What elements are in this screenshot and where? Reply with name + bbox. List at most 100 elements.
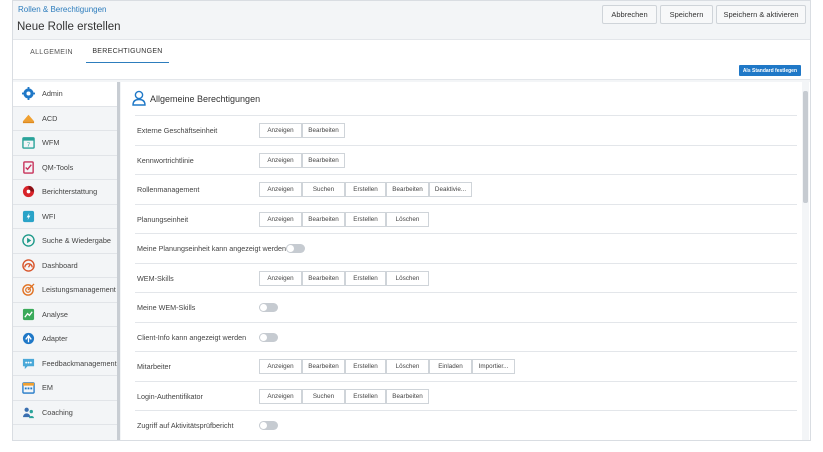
permission-label: Planungseinheit [137, 214, 189, 224]
permission-row-meine-planungseinheit: Meine Planungseinheit kann angezeigt wer… [135, 233, 797, 263]
tab-bar: ALLGEMEIN BERECHTIGUNGEN [13, 39, 810, 64]
adapter-icon [21, 332, 35, 346]
client-info-toggle[interactable] [259, 332, 278, 342]
permission-label: Meine Planungseinheit kann angezeigt wer… [137, 244, 287, 254]
play-icon [21, 234, 35, 248]
view-button[interactable]: Anzeigen [259, 359, 302, 374]
permission-label: WEM-Skills [137, 273, 174, 283]
tab-allgemein[interactable]: ALLGEMEIN [24, 40, 79, 64]
acd-icon [21, 111, 35, 125]
sidebar-item-label: Suche & Wiedergabe [42, 236, 111, 246]
sidebar-item-acd[interactable]: ACD [13, 107, 117, 131]
view-button[interactable]: Anzeigen [259, 211, 302, 227]
page-title: Neue Rolle erstellen [17, 21, 121, 33]
deactivate-button[interactable]: Deaktivie... [429, 182, 472, 197]
search-button[interactable]: Suchen [302, 182, 345, 197]
create-button[interactable]: Erstellen [345, 211, 386, 227]
view-button[interactable]: Anzeigen [259, 123, 302, 138]
sidebar-item-label: Berichterstattung [42, 187, 98, 197]
permission-row-externe-geschaeftseinheit: Externe Geschäftseinheit Anzeigen Bearbe… [135, 115, 797, 145]
search-button[interactable]: Suchen [302, 388, 345, 404]
sidebar-item-wfi[interactable]: WFI [13, 205, 117, 229]
sidebar-scrollbar[interactable] [117, 82, 120, 440]
create-button[interactable]: Erstellen [345, 359, 386, 374]
view-button[interactable]: Anzeigen [259, 270, 302, 286]
permission-row-kennwortrichtlinie: Kennwortrichtlinie Anzeigen Bearbeiten [135, 144, 797, 175]
feedback-icon [21, 356, 35, 370]
edit-button[interactable]: Bearbeiten [302, 359, 345, 374]
report-icon [21, 185, 35, 199]
permissions-panel: Allgemeine Berechtigungen Externe Geschä… [121, 82, 810, 440]
wem-skills-toggle[interactable] [259, 303, 278, 312]
create-button[interactable]: Erstellen [345, 182, 386, 197]
user-icon [132, 90, 146, 111]
sidebar-item-admin[interactable]: Admin [13, 82, 117, 107]
breadcrumb[interactable]: Rollen & Berechtigungen [18, 5, 107, 14]
permission-row-meine-wem-skills: Meine WEM-Skills [135, 292, 797, 322]
import-button[interactable]: Importier... [472, 359, 515, 374]
sidebar-item-dashboard[interactable]: Dashboard [13, 254, 117, 278]
permission-row-planungseinheit: Planungseinheit Anzeigen Bearbeiten Erst… [135, 203, 797, 234]
delete-button[interactable]: Löschen [386, 270, 429, 286]
audit-report-toggle[interactable] [259, 421, 278, 430]
permission-row-wem-skills: WEM-Skills Anzeigen Bearbeiten Erstellen… [135, 262, 797, 293]
create-button[interactable]: Erstellen [345, 270, 386, 286]
cancel-button[interactable]: Abbrechen [602, 5, 657, 24]
tab-berechtigungen[interactable]: BERECHTIGUNGEN [86, 40, 169, 64]
calendar-icon: 7 [21, 136, 35, 150]
checklist-icon [21, 160, 35, 174]
sidebar-item-em[interactable]: EM [13, 376, 117, 401]
view-button[interactable]: Anzeigen [259, 388, 302, 404]
sidebar-item-label: Dashboard [42, 260, 78, 270]
sidebar-item-berichterstattung[interactable]: Berichterstattung [13, 180, 117, 205]
edit-button[interactable]: Bearbeiten [302, 123, 345, 138]
permission-label: Login-Authentifikator [137, 391, 203, 401]
permission-label: Externe Geschäftseinheit [137, 126, 218, 136]
sidebar-item-leistungsmanagement[interactable]: Leistungsmanagement [13, 278, 117, 303]
edit-button[interactable]: Bearbeiten [302, 152, 345, 168]
target-icon [21, 283, 35, 297]
sidebar-item-adapter[interactable]: Adapter [13, 327, 117, 352]
view-button[interactable]: Anzeigen [259, 152, 302, 168]
toggle-knob [260, 333, 267, 341]
sidebar-item-suche-wiedergabe[interactable]: Suche & Wiedergabe [13, 229, 117, 254]
delete-button[interactable]: Löschen [386, 359, 429, 374]
delete-button[interactable]: Löschen [386, 211, 429, 227]
analytics-icon [21, 307, 35, 321]
permission-label: Client-Info kann angezeigt werden [137, 332, 247, 342]
toggle-knob [260, 422, 267, 429]
save-activate-button[interactable]: Speichern & aktivieren [716, 5, 806, 24]
sidebar-item-feedbackmanagement[interactable]: Feedbackmanagement [13, 352, 117, 376]
save-button[interactable]: Speichern [660, 5, 713, 24]
sidebar-item-qm-tools[interactable]: QM-Tools [13, 156, 117, 180]
invite-button[interactable]: Einladen [429, 359, 472, 374]
set-default-button[interactable]: Als Standard festlegen [738, 65, 801, 76]
sidebar-item-analyse[interactable]: Analyse [13, 303, 117, 327]
sidebar-item-label: Leistungsmanagement [42, 285, 116, 295]
coaching-icon [21, 405, 35, 419]
edit-button[interactable]: Bearbeiten [302, 211, 345, 227]
sidebar-item-coaching[interactable]: Coaching [13, 401, 117, 425]
permission-label: Zugriff auf Aktivitätsprüfbericht [137, 421, 234, 431]
permission-label: Meine WEM-Skills [137, 303, 196, 313]
sidebar-item-label: WFM [42, 138, 60, 148]
view-button[interactable]: Anzeigen [259, 182, 302, 197]
toolbar: Als Standard festlegen [13, 63, 810, 80]
sidebar-item-label: EM [42, 383, 53, 393]
em-calendar-icon [21, 381, 35, 395]
permission-label: Mitarbeiter [137, 362, 171, 372]
permission-row-aktivitaetspruefbericht: Zugriff auf Aktivitätsprüfbericht [135, 410, 797, 440]
edit-button[interactable]: Bearbeiten [302, 270, 345, 286]
sidebar-item-label: Analyse [42, 309, 68, 319]
edit-button[interactable]: Bearbeiten [386, 388, 429, 404]
dashboard-icon [21, 258, 35, 272]
permission-row-mitarbeiter: Mitarbeiter Anzeigen Bearbeiten Erstelle… [135, 351, 797, 381]
content-scrollbar-thumb[interactable] [803, 91, 808, 203]
planungseinheit-toggle[interactable] [286, 244, 305, 253]
edit-button[interactable]: Bearbeiten [386, 182, 429, 197]
toggle-knob [287, 245, 294, 252]
sidebar-item-wfm[interactable]: 7 WFM [13, 131, 117, 156]
sidebar-item-label: Coaching [42, 407, 73, 417]
permission-row-rollenmanagement: Rollenmanagement Anzeigen Suchen Erstell… [135, 174, 797, 204]
create-button[interactable]: Erstellen [345, 388, 386, 404]
